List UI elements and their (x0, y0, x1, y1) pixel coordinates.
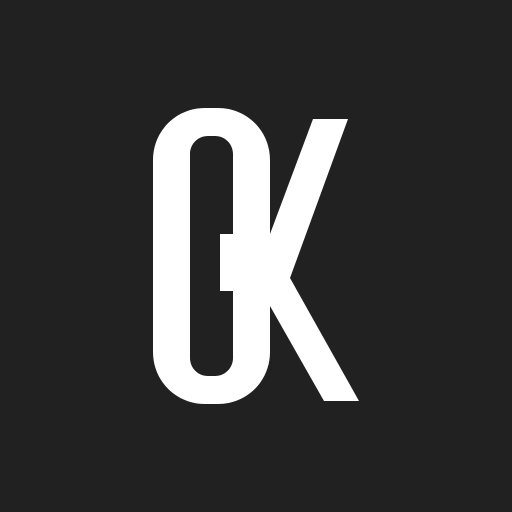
gk-monogram-logo (0, 0, 512, 512)
logo-canvas (0, 0, 512, 512)
